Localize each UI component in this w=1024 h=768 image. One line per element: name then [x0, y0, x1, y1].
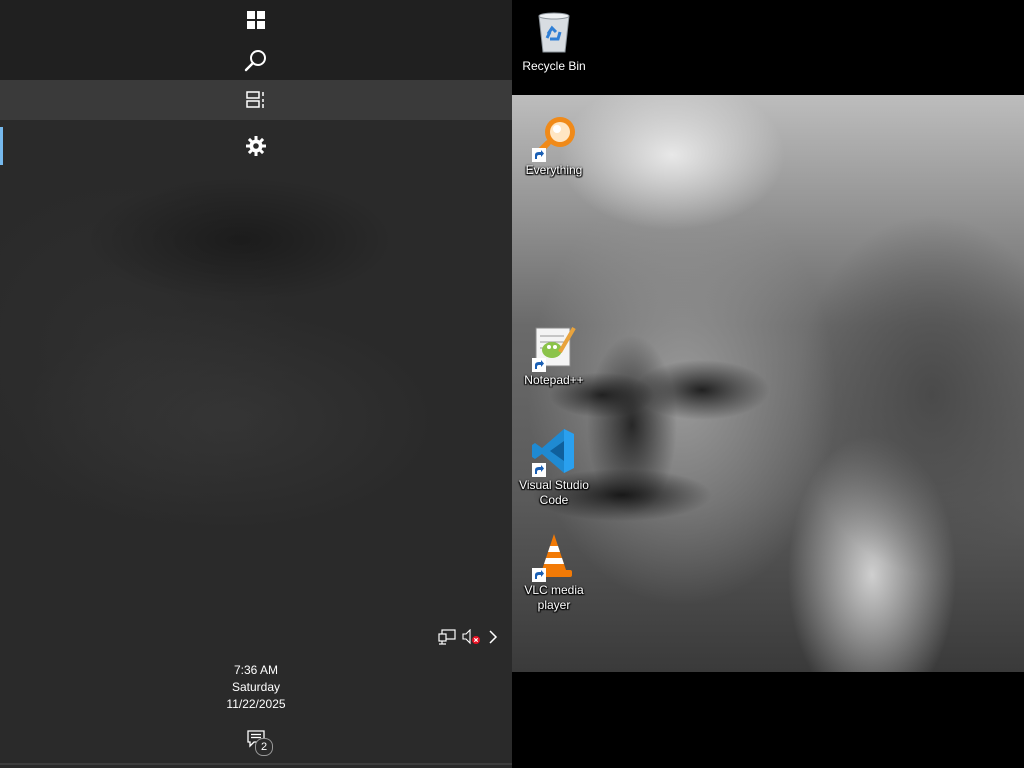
chevron-right-icon [489, 630, 498, 644]
network-icon [438, 629, 456, 645]
taskbar-divider [0, 763, 512, 765]
shortcut-arrow-icon [532, 463, 546, 477]
clock-time: 7:36 AM [233, 663, 279, 677]
desktop-icon-vlc-media-player[interactable]: VLC media player [514, 532, 594, 613]
desktop-icon-recycle-bin[interactable]: Recycle Bin [514, 8, 594, 74]
recycle-bin-icon [538, 12, 570, 53]
desktop-icon-label: Everything [525, 163, 583, 177]
volume-tray-button[interactable] [462, 626, 482, 648]
clock-button[interactable]: 7:36 AM Saturday 11/22/2025 [0, 662, 512, 713]
desktop-icon-label: Recycle Bin [522, 59, 586, 73]
desktop-icon-label: VLC media player [524, 583, 584, 612]
shortcut-arrow-icon [532, 148, 546, 162]
desktop-icon-label: Visual Studio Code [519, 478, 589, 507]
desktop-icon-visual-studio-code[interactable]: Visual Studio Code [514, 427, 594, 508]
task-view-button[interactable] [0, 80, 512, 120]
start-button[interactable] [0, 4, 512, 36]
desktop-icon-notepad-plus-plus[interactable]: Notepad++ [514, 322, 594, 388]
clock-date: 11/22/2025 [226, 697, 286, 711]
shortcut-arrow-icon [532, 358, 546, 372]
vertical-taskbar: 7:36 AM Saturday 11/22/2025 2 [0, 0, 512, 768]
notification-count-badge: 2 [255, 738, 273, 756]
gear-icon [246, 136, 266, 156]
shortcut-arrow-icon [532, 568, 546, 582]
search-button[interactable] [0, 44, 512, 76]
settings-button[interactable] [0, 126, 512, 166]
desktop-icon-label: Notepad++ [524, 373, 584, 387]
desktop[interactable]: Recycle Bin Everything Notepad++ Visual … [512, 0, 1024, 768]
task-view-icon [246, 91, 264, 108]
show-hidden-icons-button[interactable] [488, 626, 502, 648]
volume-muted-icon [462, 629, 480, 645]
network-tray-button[interactable] [438, 626, 456, 648]
desktop-icon-everything[interactable]: Everything [514, 112, 594, 178]
clock-day: Saturday [231, 680, 281, 694]
windows-logo-icon [247, 11, 265, 29]
search-icon [244, 50, 266, 72]
